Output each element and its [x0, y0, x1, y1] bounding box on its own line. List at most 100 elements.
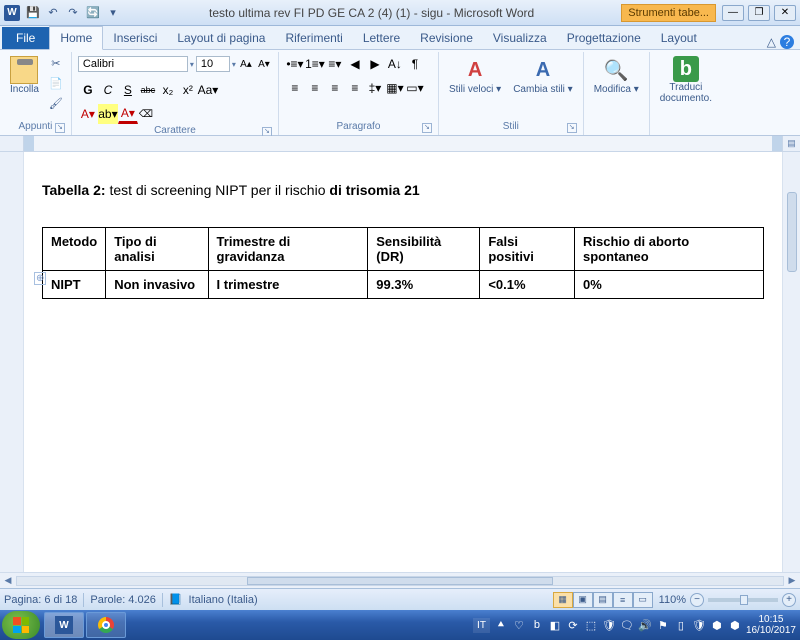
vertical-ruler[interactable] — [0, 152, 24, 572]
tray-icon[interactable]: ⟳ — [566, 618, 580, 632]
document-page[interactable]: Tabella 2: test di screening NIPT per il… — [24, 152, 782, 572]
increase-indent-icon[interactable]: ▶ — [365, 54, 385, 74]
cell-false-positives[interactable]: <0.1% — [480, 271, 575, 299]
show-marks-icon[interactable]: ¶ — [405, 54, 425, 74]
tray-volume-icon[interactable]: 🔊 — [638, 618, 652, 632]
cut-icon[interactable]: ✂ — [47, 54, 65, 72]
tray-icon[interactable]: ⬢ — [728, 618, 742, 632]
table-header-row[interactable]: Metodo Tipo di analisi Trimestre di grav… — [43, 228, 764, 271]
styles-dialog-icon[interactable]: ↘ — [567, 123, 577, 133]
underline-button[interactable]: S — [118, 80, 138, 100]
tray-icon[interactable]: ⬢ — [710, 618, 724, 632]
quick-styles-button[interactable]: A Stili veloci ▾ — [445, 54, 505, 97]
decrease-indent-icon[interactable]: ◀ — [345, 54, 365, 74]
tab-page-layout[interactable]: Layout di pagina — [167, 27, 275, 49]
align-center-icon[interactable]: ≡ — [305, 78, 325, 98]
sort-button[interactable]: A↓ — [385, 54, 405, 74]
vscroll-thumb[interactable] — [787, 192, 797, 272]
horizontal-scrollbar[interactable]: ◀ ▶ — [0, 572, 800, 588]
qat-undo-icon[interactable]: ↶ — [44, 4, 62, 22]
taskbar-clock[interactable]: 10:15 16/10/2017 — [746, 614, 796, 636]
numbering-button[interactable]: 1≡▾ — [305, 54, 325, 74]
lang-indicator[interactable]: IT — [473, 618, 490, 633]
ruler-toggle-icon[interactable]: ▤ — [782, 136, 800, 152]
tray-icon[interactable]: ◧ — [548, 618, 562, 632]
table-anchor-icon[interactable]: ⊕ — [34, 272, 46, 285]
cell-abortion-risk[interactable]: 0% — [575, 271, 764, 299]
cell-analysis-type[interactable]: Non invasivo — [106, 271, 208, 299]
change-styles-button[interactable]: A Cambia stili ▾ — [509, 54, 576, 97]
table-caption[interactable]: Tabella 2: test di screening NIPT per il… — [42, 182, 764, 199]
font-name-select[interactable]: Calibri — [78, 56, 188, 72]
start-button[interactable] — [2, 611, 40, 639]
maximize-button[interactable]: ❐ — [748, 5, 770, 21]
col-method[interactable]: Metodo — [43, 228, 106, 271]
highlight-button[interactable]: ab▾ — [98, 104, 118, 124]
tray-icon[interactable]: ⬚ — [584, 618, 598, 632]
font-color-button[interactable]: A▾ — [118, 104, 138, 124]
borders-icon[interactable]: ▭▾ — [405, 78, 425, 98]
editing-button[interactable]: 🔍 Modifica ▾ — [590, 54, 643, 97]
data-table[interactable]: Metodo Tipo di analisi Trimestre di grav… — [42, 227, 764, 299]
tab-design[interactable]: Progettazione — [557, 27, 651, 49]
close-button[interactable]: ✕ — [774, 5, 796, 21]
clipboard-dialog-icon[interactable]: ↘ — [55, 123, 65, 133]
tab-view[interactable]: Visualizza — [483, 27, 557, 49]
tab-file[interactable]: File — [2, 27, 49, 49]
col-sensitivity[interactable]: Sensibilità (DR) — [368, 228, 480, 271]
cell-trimester[interactable]: I trimestre — [208, 271, 368, 299]
col-trimester[interactable]: Trimestre di gravidanza — [208, 228, 368, 271]
cell-method[interactable]: NIPT — [43, 271, 106, 299]
superscript-button[interactable]: x² — [178, 80, 198, 100]
tab-references[interactable]: Riferimenti — [275, 27, 352, 49]
clear-format-icon[interactable]: ⌫ — [138, 104, 154, 124]
help-icon[interactable]: ? — [780, 35, 794, 49]
taskbar-chrome-icon[interactable] — [86, 612, 126, 638]
bold-button[interactable]: G — [78, 80, 98, 100]
format-painter-icon[interactable]: 🖌 — [47, 94, 65, 112]
paragraph-dialog-icon[interactable]: ↘ — [422, 123, 432, 133]
text-effects-button[interactable]: A▾ — [78, 104, 98, 124]
minimize-button[interactable]: — — [722, 5, 744, 21]
change-case-button[interactable]: Aa▾ — [198, 80, 218, 100]
table-tools-tab[interactable]: Strumenti tabe... — [621, 4, 716, 22]
copy-icon[interactable]: 📄 — [47, 74, 65, 92]
tray-icon[interactable]: ♡ — [512, 618, 526, 632]
col-false-positives[interactable]: Falsi positivi — [480, 228, 575, 271]
tab-review[interactable]: Revisione — [410, 27, 483, 49]
subscript-button[interactable]: x₂ — [158, 80, 178, 100]
italic-button[interactable]: C — [98, 80, 118, 100]
col-analysis-type[interactable]: Tipo di analisi — [106, 228, 208, 271]
tray-icon[interactable]: b — [530, 618, 544, 632]
multilevel-button[interactable]: ≡▾ — [325, 54, 345, 74]
hscroll-thumb[interactable] — [247, 577, 553, 585]
hscroll-left-icon[interactable]: ◀ — [0, 575, 16, 586]
qat-refresh-icon[interactable]: 🔄 — [84, 4, 102, 22]
vertical-scrollbar[interactable] — [782, 152, 800, 572]
paste-button[interactable]: Incolla — [6, 54, 43, 97]
tray-battery-icon[interactable]: ▯ — [674, 618, 688, 632]
tray-flag-icon[interactable]: ⚑ — [656, 618, 670, 632]
tray-icon[interactable]: 🛡 — [602, 618, 616, 632]
grow-font-icon[interactable]: A▴ — [238, 54, 254, 74]
translate-button[interactable]: b Traducidocumento. — [656, 54, 716, 106]
shrink-font-icon[interactable]: A▾ — [256, 54, 272, 74]
tray-icon[interactable]: 🗨 — [620, 618, 634, 632]
line-spacing-icon[interactable]: ‡▾ — [365, 78, 385, 98]
qat-redo-icon[interactable]: ↷ — [64, 4, 82, 22]
tray-icon[interactable]: 🛡 — [692, 618, 706, 632]
shading-icon[interactable]: ▦▾ — [385, 78, 405, 98]
align-right-icon[interactable]: ≡ — [325, 78, 345, 98]
hscroll-right-icon[interactable]: ▶ — [784, 575, 800, 586]
table-row[interactable]: NIPT Non invasivo I trimestre 99.3% <0.1… — [43, 271, 764, 299]
cell-sensitivity[interactable]: 99.3% — [368, 271, 480, 299]
strike-button[interactable]: abc — [138, 80, 158, 100]
tab-home[interactable]: Home — [49, 26, 103, 50]
minimize-ribbon-icon[interactable]: △ — [767, 35, 776, 49]
font-size-select[interactable]: 10 — [196, 56, 230, 72]
tab-layout[interactable]: Layout — [651, 27, 707, 49]
horizontal-ruler[interactable] — [24, 136, 782, 152]
qat-save-icon[interactable]: 💾 — [24, 4, 42, 22]
align-left-icon[interactable]: ≡ — [285, 78, 305, 98]
bullets-button[interactable]: •≡▾ — [285, 54, 305, 74]
